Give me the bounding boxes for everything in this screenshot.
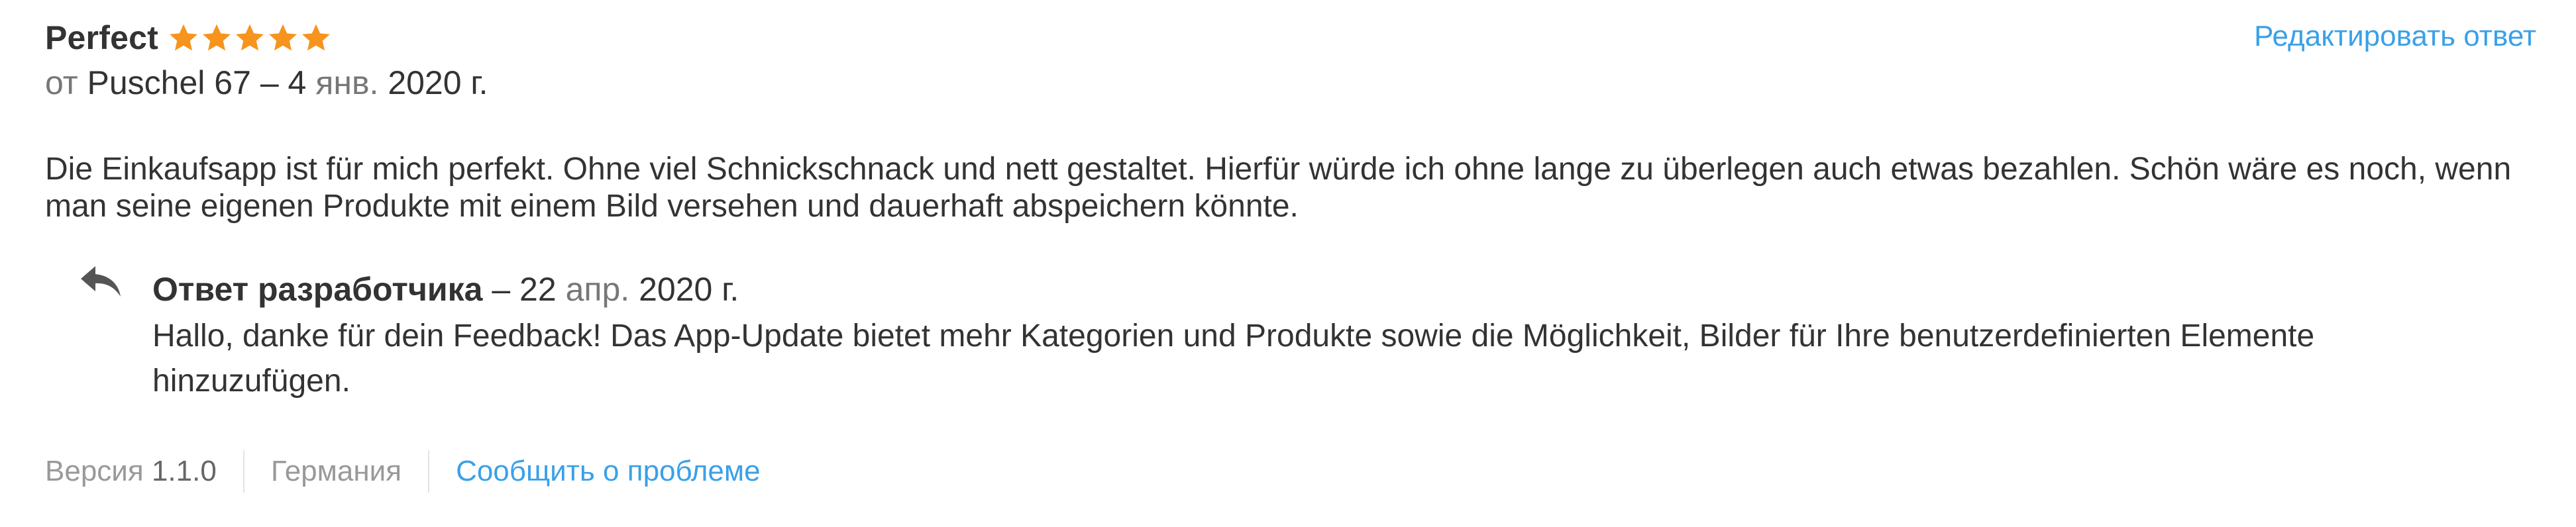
byline-prefix: от [45,64,78,101]
star-icon [267,22,299,54]
developer-response-separator: – [492,271,511,308]
byline-separator: – [260,64,279,101]
review-card: Perfect Редактировать ответ от Puschel 6… [0,0,2576,527]
version-info: Версия 1.1.0 [45,450,243,493]
star-icon [234,22,266,54]
star-icon [168,22,199,54]
review-date-day: 4 [288,64,307,101]
review-body: Die Einkaufsapp ist für mich perfekt. Oh… [45,152,2512,224]
version-value: 1.1.0 [151,455,217,487]
edit-response-link[interactable]: Редактировать ответ [2254,20,2536,53]
developer-response-header: Ответ разработчика – 22 апр. 2020 г. [152,270,739,309]
country-label: Германия [270,455,402,487]
developer-response-body: Hallo, danke für dein Feedback! Das App-… [152,318,2315,399]
review-date-month: янв. [315,64,379,101]
review-byline: от Puschel 67 – 4 янв. 2020 г. [45,64,488,102]
reply-arrow-icon [80,265,122,298]
star-icon [201,22,233,54]
rating-stars [168,22,332,54]
developer-response-label: Ответ разработчика [152,271,483,308]
review-title: Perfect [45,19,158,56]
developer-response-date-day: 22 [519,271,557,308]
star-icon [300,22,332,54]
review-footer: Версия 1.1.0 Германия Сообщить о проблем… [45,450,787,493]
review-header: Perfect Редактировать ответ [45,15,2536,61]
version-label: Версия [45,455,144,487]
review-title-wrap: Perfect [45,15,332,61]
developer-response-date-month: апр. [565,271,630,308]
report-problem-link[interactable]: Сообщить о проблеме [429,455,787,488]
review-author: Puschel 67 [87,64,251,101]
review-date-year: 2020 г. [388,64,488,101]
developer-response-date-year: 2020 г. [639,271,739,308]
country-info: Германия [244,450,428,493]
